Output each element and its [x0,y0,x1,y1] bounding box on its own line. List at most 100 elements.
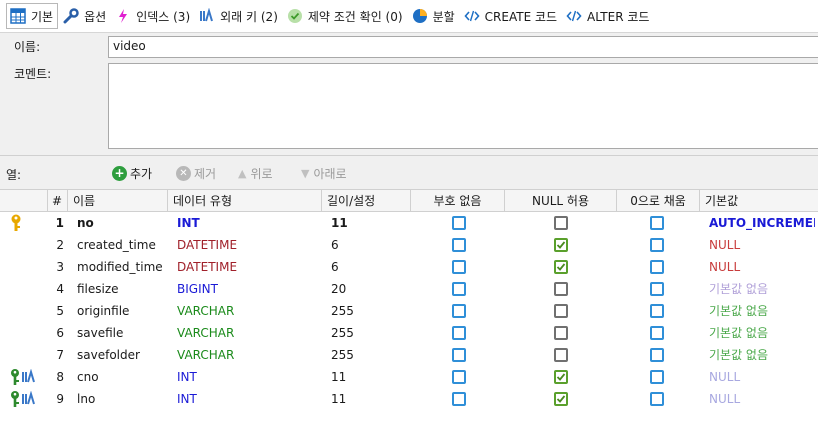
tab-0[interactable]: 기본 [6,3,59,29]
zerofill-checkbox[interactable] [650,370,664,384]
tab-7[interactable]: ALTER 코드 [563,3,653,29]
cell-length[interactable]: 6 [331,234,409,256]
cell-length[interactable]: 255 [331,344,409,366]
remove-column-button[interactable]: ✕ 제거 [176,165,216,182]
table-row[interactable]: 7 savefolder VARCHAR 255 기본값 없음 [0,344,818,366]
cell-name[interactable]: filesize [77,278,167,300]
cell-name[interactable]: savefile [77,322,167,344]
tab-4[interactable]: 제약 조건 확인 (0) [284,3,407,29]
cell-name[interactable]: savefolder [77,344,167,366]
header-name[interactable]: 이름 [68,190,168,212]
allow-null-checkbox[interactable] [554,260,568,274]
unsigned-checkbox[interactable] [452,260,466,274]
allow-null-checkbox[interactable] [554,326,568,340]
cell-type[interactable]: DATETIME [177,234,317,256]
cell-num[interactable]: 1 [48,212,64,234]
unsigned-checkbox[interactable] [452,348,466,362]
cell-num[interactable]: 8 [48,366,64,388]
unsigned-checkbox[interactable] [452,304,466,318]
cell-type[interactable]: VARCHAR [177,322,317,344]
tab-1[interactable]: 옵션 [60,3,110,29]
cell-default[interactable]: 기본값 없음 [709,300,815,322]
table-row[interactable]: 9 lno INT 11 NULL [0,388,818,410]
allow-null-checkbox[interactable] [554,282,568,296]
cell-type[interactable]: VARCHAR [177,300,317,322]
cell-default[interactable]: NULL [709,388,815,410]
zerofill-checkbox[interactable] [650,238,664,252]
cell-length[interactable]: 255 [331,322,409,344]
table-row[interactable]: 4 filesize BIGINT 20 기본값 없음 [0,278,818,300]
cell-num[interactable]: 4 [48,278,64,300]
header-num[interactable]: # [48,190,68,212]
cell-num[interactable]: 7 [48,344,64,366]
move-up-button[interactable]: ▲ 위로 [238,165,273,182]
zerofill-checkbox[interactable] [650,282,664,296]
unsigned-checkbox[interactable] [452,282,466,296]
unsigned-checkbox[interactable] [452,238,466,252]
cell-type[interactable]: INT [177,366,317,388]
cell-name[interactable]: no [77,212,167,234]
unsigned-checkbox[interactable] [452,370,466,384]
cell-default[interactable]: NULL [709,256,815,278]
cell-default[interactable]: NULL [709,366,815,388]
cell-length[interactable]: 11 [331,388,409,410]
cell-type[interactable]: VARCHAR [177,344,317,366]
cell-length[interactable]: 11 [331,366,409,388]
add-column-button[interactable]: + 추가 [112,165,152,182]
cell-num[interactable]: 3 [48,256,64,278]
table-row[interactable]: 5 originfile VARCHAR 255 기본값 없음 [0,300,818,322]
cell-num[interactable]: 5 [48,300,64,322]
header-default[interactable]: 기본값 [700,190,818,212]
cell-type[interactable]: INT [177,212,317,234]
zerofill-checkbox[interactable] [650,260,664,274]
cell-type[interactable]: INT [177,388,317,410]
comment-input[interactable] [108,63,818,149]
allow-null-checkbox[interactable] [554,348,568,362]
zerofill-checkbox[interactable] [650,304,664,318]
tab-6[interactable]: CREATE 코드 [461,3,561,29]
header-unsigned[interactable]: 부호 없음 [411,190,505,212]
allow-null-checkbox[interactable] [554,392,568,406]
cell-name[interactable]: originfile [77,300,167,322]
header-type[interactable]: 데이터 유형 [168,190,322,212]
zerofill-checkbox[interactable] [650,326,664,340]
unsigned-checkbox[interactable] [452,326,466,340]
table-row[interactable]: 3 modified_time DATETIME 6 NULL [0,256,818,278]
cell-num[interactable]: 9 [48,388,64,410]
zerofill-checkbox[interactable] [650,392,664,406]
zerofill-checkbox[interactable] [650,216,664,230]
cell-default[interactable]: 기본값 없음 [709,278,815,300]
cell-type[interactable]: BIGINT [177,278,317,300]
allow-null-checkbox[interactable] [554,370,568,384]
cell-length[interactable]: 255 [331,300,409,322]
header-length[interactable]: 길이/설정 [322,190,411,212]
header-zerofill[interactable]: 0으로 채움 [617,190,700,212]
table-row[interactable]: 1 no INT 11 AUTO_INCREMENT [0,212,818,234]
cell-default[interactable]: AUTO_INCREMENT [709,212,815,234]
cell-name[interactable]: cno [77,366,167,388]
table-row[interactable]: 6 savefile VARCHAR 255 기본값 없음 [0,322,818,344]
unsigned-checkbox[interactable] [452,392,466,406]
cell-length[interactable]: 20 [331,278,409,300]
cell-default[interactable]: 기본값 없음 [709,344,815,366]
allow-null-checkbox[interactable] [554,238,568,252]
cell-num[interactable]: 2 [48,234,64,256]
table-row[interactable]: 8 cno INT 11 NULL [0,366,818,388]
tab-3[interactable]: 외래 키 (2) [196,3,282,29]
cell-length[interactable]: 11 [331,212,409,234]
cell-length[interactable]: 6 [331,256,409,278]
cell-num[interactable]: 6 [48,322,64,344]
tab-5[interactable]: 분할 [409,3,459,29]
move-down-button[interactable]: ▼ 아래로 [301,165,347,182]
cell-default[interactable]: NULL [709,234,815,256]
allow-null-checkbox[interactable] [554,304,568,318]
cell-name[interactable]: created_time [77,234,167,256]
name-input[interactable]: video [108,36,818,58]
header-allow-null[interactable]: NULL 허용 [505,190,617,212]
table-row[interactable]: 2 created_time DATETIME 6 NULL [0,234,818,256]
allow-null-checkbox[interactable] [554,216,568,230]
cell-type[interactable]: DATETIME [177,256,317,278]
unsigned-checkbox[interactable] [452,216,466,230]
cell-name[interactable]: modified_time [77,256,167,278]
tab-2[interactable]: 인덱스 (3) [112,3,194,29]
